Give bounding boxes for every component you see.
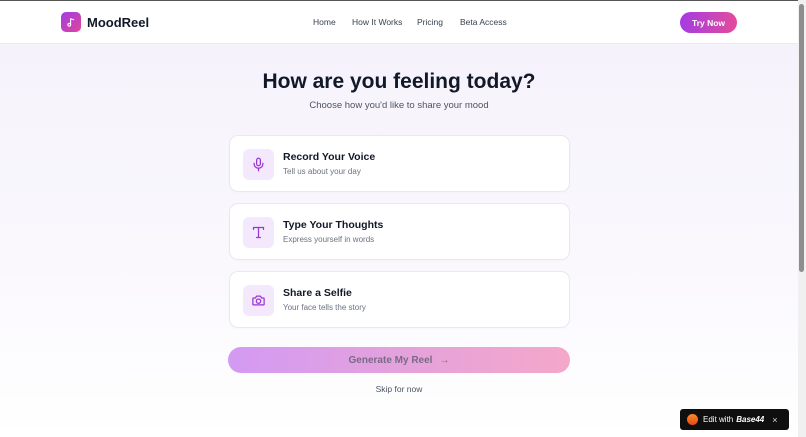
option-title: Share a Selfie bbox=[283, 287, 352, 299]
brand-name: MoodReel bbox=[87, 14, 150, 30]
page-scrollbar[interactable] bbox=[798, 0, 806, 437]
camera-icon bbox=[243, 285, 274, 316]
page-subtitle: Choose how you'd like to share your mood bbox=[309, 100, 489, 111]
generate-reel-button[interactable]: Generate My Reel → bbox=[228, 347, 570, 373]
music-note-icon bbox=[61, 12, 81, 32]
nav-how-it-works[interactable]: How It Works bbox=[352, 17, 402, 27]
arrow-right-icon: → bbox=[439, 354, 450, 366]
nav-pricing[interactable]: Pricing bbox=[417, 17, 443, 27]
base44-logo-icon bbox=[687, 414, 698, 425]
option-description: Express yourself in words bbox=[283, 235, 375, 244]
badge-brand: Base44 bbox=[736, 415, 765, 424]
option-record-voice[interactable]: Record Your Voice Tell us about your day bbox=[229, 135, 570, 192]
nav-home[interactable]: Home bbox=[313, 17, 336, 27]
scrollbar-thumb[interactable] bbox=[799, 4, 804, 272]
page-title: How are you feeling today? bbox=[262, 70, 536, 93]
badge-text: Edit with bbox=[703, 415, 734, 424]
skip-link[interactable]: Skip for now bbox=[0, 384, 798, 394]
text-icon bbox=[243, 217, 274, 248]
option-title: Type Your Thoughts bbox=[283, 219, 384, 231]
generate-label: Generate My Reel bbox=[348, 354, 433, 366]
brand-logo[interactable]: MoodReel bbox=[61, 12, 149, 32]
nav-beta-access[interactable]: Beta Access bbox=[460, 17, 507, 27]
close-icon[interactable]: × bbox=[772, 415, 777, 425]
option-title: Record Your Voice bbox=[283, 151, 376, 163]
site-header: MoodReel Home How It Works Pricing Beta … bbox=[0, 1, 798, 44]
option-description: Tell us about your day bbox=[283, 167, 361, 176]
try-now-button[interactable]: Try Now bbox=[680, 12, 737, 33]
edit-with-base44-badge[interactable]: Edit with Base44 × bbox=[680, 409, 789, 430]
option-description: Your face tells the story bbox=[283, 303, 366, 312]
option-type-thoughts[interactable]: Type Your Thoughts Express yourself in w… bbox=[229, 203, 570, 260]
microphone-icon bbox=[243, 149, 274, 180]
option-share-selfie[interactable]: Share a Selfie Your face tells the story bbox=[229, 271, 570, 328]
